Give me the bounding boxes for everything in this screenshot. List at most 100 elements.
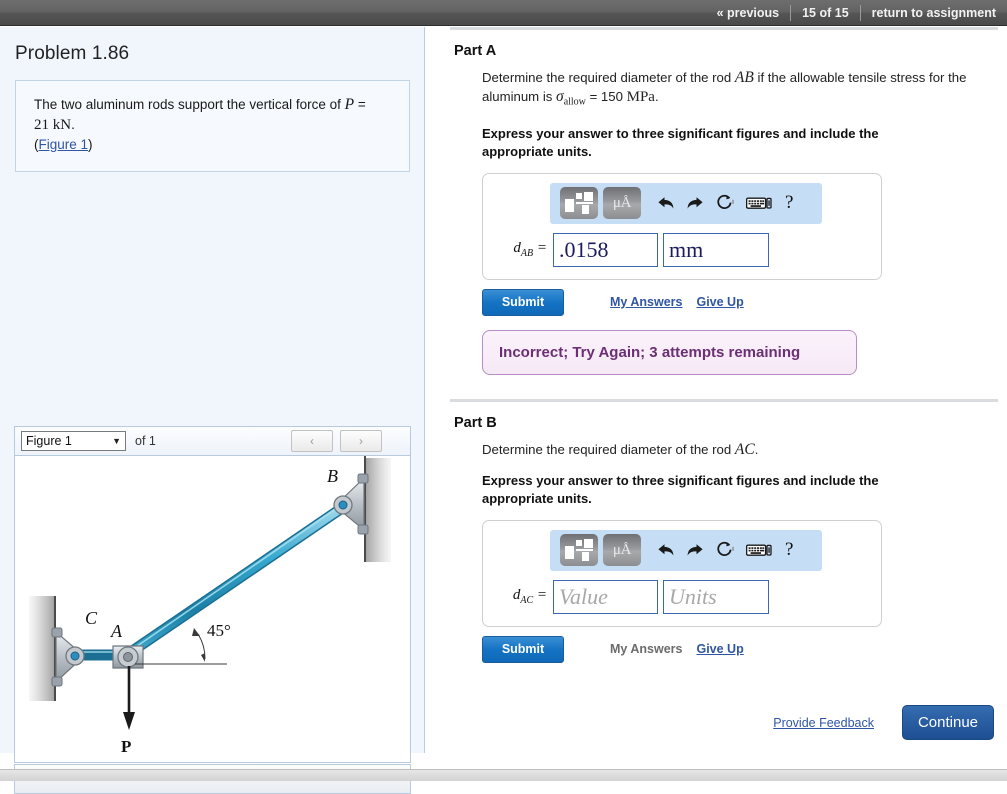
part-b-answer-row: dAC = Value Units: [495, 579, 869, 614]
bottom-status-strip: [0, 769, 1007, 781]
label-p: P: [121, 737, 131, 756]
part-b-answer-toolbar: μÅ ?: [550, 529, 822, 571]
part-b-body: Determine the required diameter of the r…: [482, 440, 992, 663]
math-template-button[interactable]: [560, 187, 598, 220]
part-b-rod-label: AC: [734, 440, 755, 458]
left-problem-pane: Problem 1.86 The two aluminum rods suppo…: [0, 27, 425, 794]
previous-link[interactable]: « previous: [706, 0, 791, 25]
undo-icon[interactable]: [657, 195, 675, 211]
sigma-symbol: σ: [556, 88, 564, 105]
keyboard-icon[interactable]: [746, 195, 772, 211]
part-b-give-up-link[interactable]: Give Up: [696, 642, 743, 656]
micro-angstrom-icon: μÅ: [612, 541, 632, 558]
statement-period: .: [71, 117, 75, 132]
continue-button[interactable]: Continue: [902, 705, 994, 740]
problem-statement-box: The two aluminum rods support the vertic…: [15, 80, 410, 172]
part-b-question-pre: Determine the required diameter of the r…: [482, 441, 735, 457]
part-a-submit-button[interactable]: Submit: [482, 288, 564, 316]
rod-ab: [122, 502, 348, 660]
help-icon[interactable]: ?: [785, 192, 793, 214]
part-a-question-pre: Determine the required diameter of the r…: [482, 70, 735, 85]
part-b-submit-button[interactable]: Submit: [482, 635, 564, 663]
part-a-title: Part A: [454, 43, 497, 59]
help-icon[interactable]: ?: [785, 539, 793, 561]
part-b-answer-label: dAC =: [495, 587, 553, 606]
problem-counter: 15 of 15: [802, 5, 849, 20]
chevron-right-icon: ›: [359, 434, 363, 448]
redo-icon[interactable]: [686, 195, 704, 211]
statement-symbol-P: P: [344, 96, 355, 113]
pin-joint-a: [112, 645, 144, 669]
part-a-my-answers-link[interactable]: My Answers: [610, 295, 682, 309]
wall-support-right: [364, 456, 391, 562]
micro-angstrom-icon: μÅ: [612, 194, 632, 211]
units-button-b[interactable]: μÅ: [603, 534, 641, 567]
keyboard-icon[interactable]: [746, 542, 772, 558]
part-b-label-sub: AC: [520, 595, 534, 607]
part-a-body: Determine the required diameter of the r…: [482, 68, 992, 375]
right-content-pane: Part A Determine the required diameter o…: [426, 27, 1007, 753]
part-a-button-row: Submit My Answers Give Up: [482, 288, 992, 316]
figure-paren-close: ): [88, 137, 93, 152]
part-a-answer-widget: μÅ ? dAB = .0158 mm: [482, 172, 882, 280]
label-b: B: [327, 466, 338, 486]
part-b-divider: [450, 398, 998, 402]
part-a-answer-row: dAB = .0158 mm: [495, 232, 869, 267]
figure-1-link[interactable]: Figure 1: [39, 137, 89, 152]
part-b-button-row: Submit My Answers Give Up: [482, 635, 992, 663]
part-a-value-input[interactable]: .0158: [553, 232, 658, 267]
chevron-down-icon: ▼: [112, 436, 121, 446]
statement-unit: kN: [52, 117, 72, 133]
undo-icon[interactable]: [657, 542, 675, 558]
return-to-assignment-link[interactable]: return to assignment: [861, 0, 1007, 25]
figure-toolbar: Figure 1 ▼ of 1 ‹ ›: [14, 426, 411, 455]
top-nav-links: « previous 15 of 15 return to assignment: [706, 0, 1007, 25]
part-b-question-end: .: [754, 441, 759, 457]
part-a-divider: [450, 27, 998, 30]
part-a-answer-toolbar: μÅ ?: [550, 182, 822, 224]
part-b-question: Determine the required diameter of the r…: [482, 440, 992, 459]
part-a-units-input[interactable]: mm: [663, 232, 769, 267]
sigma-subscript: allow: [563, 96, 586, 108]
part-a-feedback-message: Incorrect; Try Again; 3 attempts remaini…: [482, 329, 857, 375]
footer-actions: Provide Feedback Continue: [773, 705, 994, 740]
statement-equals: =: [354, 97, 366, 112]
math-template-button-b[interactable]: [560, 534, 598, 567]
figure-select[interactable]: Figure 1 ▼: [21, 431, 126, 451]
problem-statement-text: The two aluminum rods support the vertic…: [34, 95, 391, 155]
page-root: « previous 15 of 15 return to assignment…: [0, 0, 1007, 794]
part-a-label-d: d: [513, 240, 521, 257]
provide-feedback-link[interactable]: Provide Feedback: [773, 716, 874, 730]
redo-icon[interactable]: [686, 542, 704, 558]
part-b-value-input[interactable]: Value: [553, 579, 658, 614]
part-b-units-input[interactable]: Units: [663, 579, 769, 614]
label-a: A: [110, 621, 123, 641]
statement-value: 21: [34, 117, 49, 133]
wall-support-left: [29, 596, 56, 701]
part-a-question-end: .: [654, 89, 659, 104]
label-angle: 45°: [207, 621, 231, 640]
figure-next-button[interactable]: ›: [340, 430, 382, 452]
math-template-icon: [565, 192, 593, 215]
pin-support-c: [51, 627, 85, 687]
part-a-stress-value: = 150: [585, 89, 627, 104]
part-b-answer-widget: μÅ ? dAC = Value Units: [482, 519, 882, 627]
part-b-label-eq: =: [533, 587, 547, 604]
label-c: C: [85, 608, 98, 628]
part-a-instruction: Express your answer to three significant…: [482, 125, 879, 159]
part-b-my-answers-link: My Answers: [610, 642, 683, 657]
part-b-title: Part B: [454, 414, 497, 431]
units-button[interactable]: μÅ: [603, 187, 641, 220]
figure-prev-button[interactable]: ‹: [291, 430, 333, 452]
part-a-label-sub: AB: [520, 248, 534, 260]
part-a-give-up-link[interactable]: Give Up: [696, 295, 743, 309]
math-template-icon: [565, 539, 593, 562]
reset-icon[interactable]: [715, 541, 735, 559]
reset-icon[interactable]: [715, 194, 735, 212]
part-a-rod-label: AB: [734, 69, 754, 86]
page-title: Problem 1.86: [15, 43, 130, 64]
top-navigation-bar: « previous 15 of 15 return to assignment: [0, 0, 1007, 26]
truss-diagram: B C A P 45°: [29, 456, 391, 756]
part-a-answer-label: dAB =: [495, 240, 553, 259]
chevron-left-icon: ‹: [310, 434, 314, 448]
